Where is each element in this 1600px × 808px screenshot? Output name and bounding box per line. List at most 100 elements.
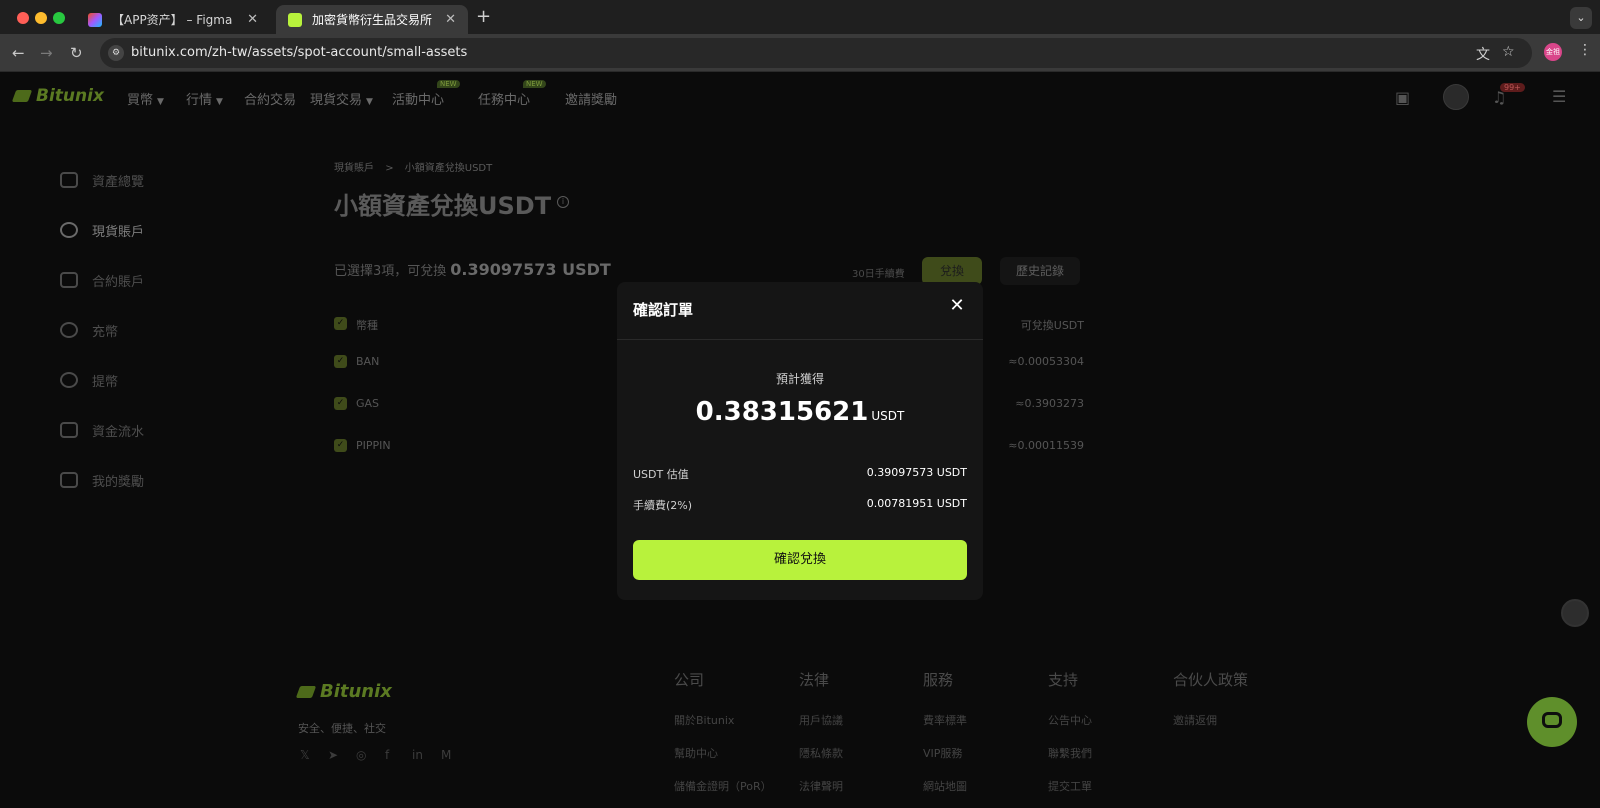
address-bar[interactable]: ⚙ bitunix.com/zh-tw/assets/spot-account/… — [100, 38, 1532, 68]
sidebar-item-deposit[interactable]: 充幣 — [60, 318, 118, 342]
estimated-label: 預計獲得 — [775, 372, 824, 386]
history-button[interactable]: 歷史記錄 — [1000, 257, 1080, 285]
tab-search-button[interactable]: ⌄ — [1570, 7, 1592, 29]
wallet-icon — [60, 172, 78, 188]
nav-task-center[interactable]: 任務中心 — [478, 89, 530, 108]
close-tab-icon[interactable]: ✕ — [247, 12, 258, 27]
sidebar-item-label: 合約賬戶 — [92, 274, 145, 290]
breadcrumb-parent[interactable]: 現貨賬戶 — [334, 163, 374, 174]
wallet-icon[interactable]: ▣ — [1395, 88, 1410, 107]
reload-icon[interactable]: ↻ — [70, 43, 83, 63]
assistant-avatar[interactable] — [1561, 599, 1589, 627]
row-checkbox[interactable]: ✓ — [334, 355, 347, 368]
footer-link[interactable]: 隱私條款 — [799, 745, 843, 761]
nav-activity-center[interactable]: 活動中心 — [392, 89, 444, 108]
telegram-icon[interactable]: ➤ — [328, 748, 338, 762]
footer-link[interactable]: 提交工單 — [1048, 778, 1092, 794]
tab-title: 【APP资产】 – Figma — [112, 13, 233, 27]
linkedin-icon[interactable]: in — [412, 748, 423, 762]
footer-link[interactable]: 邀請返佣 — [1173, 712, 1217, 728]
nav-label: 現貨交易 — [310, 93, 363, 108]
summary-amount: 0.39097573 USDT — [450, 260, 611, 279]
footer-logo[interactable]: Bitunix — [295, 681, 392, 702]
row-checkbox[interactable]: ✓ — [334, 397, 347, 410]
footer-link[interactable]: 用戶協議 — [799, 712, 843, 728]
bitunix-logo[interactable]: Bitunix — [11, 86, 104, 106]
nav-spot[interactable]: 現貨交易 ▼ — [310, 89, 373, 108]
sidebar-item-spot-account[interactable]: 現貨賬戶 — [60, 218, 144, 242]
nav-referral[interactable]: 邀請獎勵 — [565, 89, 617, 108]
footer-link[interactable]: VIP服務 — [923, 745, 962, 761]
sidebar-item-assets-overview[interactable]: 資產總覽 — [60, 168, 144, 192]
instagram-icon[interactable]: ◎ — [356, 748, 366, 762]
medium-icon[interactable]: M — [441, 748, 451, 762]
bitunix-favicon-icon — [288, 12, 302, 27]
forward-arrow-icon[interactable]: → — [40, 43, 53, 63]
sidebar-item-label: 現貨賬戶 — [92, 224, 145, 240]
maximize-window-button[interactable] — [53, 12, 65, 24]
info-icon[interactable]: i — [557, 196, 569, 208]
logo-text: Bitunix — [36, 86, 104, 106]
column-header-value: 可兌換USDT — [1020, 319, 1084, 332]
coin-name: PIPPIN — [356, 439, 391, 452]
sidebar-item-fund-history[interactable]: 資金流水 — [60, 418, 144, 442]
browser-menu-icon[interactable]: ⋮ — [1578, 42, 1592, 58]
sidebar-item-label: 資產總覽 — [92, 174, 145, 190]
sidebar-item-label: 資金流水 — [92, 424, 145, 440]
summary-prefix: 已選擇3項，可兌換 — [334, 264, 447, 279]
user-avatar[interactable] — [1443, 84, 1469, 110]
nav-label: 任務中心 — [478, 93, 531, 108]
sidebar-item-futures-account[interactable]: 合約賬戶 — [60, 268, 144, 292]
close-icon[interactable]: ✕ — [947, 296, 967, 316]
coin-value: ≈0.3903273 — [1015, 397, 1084, 410]
minimize-window-button[interactable] — [35, 12, 47, 24]
url-text: bitunix.com/zh-tw/assets/spot-account/sm… — [131, 45, 468, 60]
coin-value: ≈0.00053304 — [1008, 355, 1084, 368]
close-window-button[interactable] — [17, 12, 29, 24]
estimated-amount-value: 0.38315621 — [695, 397, 869, 427]
footer-link[interactable]: 儲備金證明（PoR） — [674, 778, 772, 794]
close-tab-icon[interactable]: ✕ — [445, 12, 456, 27]
row-checkbox[interactable]: ✓ — [334, 439, 347, 452]
coin-name: GAS — [356, 397, 380, 410]
footer-link[interactable]: 聯繫我們 — [1048, 745, 1092, 761]
browser-tab-bitunix[interactable]: 加密貨幣衍生品交易所 | 購買, ✕ — [276, 5, 468, 34]
select-all-checkbox[interactable]: ✓ — [334, 317, 347, 330]
profile-avatar[interactable]: 金祖 — [1544, 43, 1562, 61]
nav-markets[interactable]: 行情 ▼ — [186, 89, 223, 108]
nav-buy-crypto[interactable]: 買幣 ▼ — [127, 89, 164, 108]
document-icon — [60, 272, 78, 288]
new-tab-button[interactable]: + — [476, 6, 491, 27]
sidebar-item-withdraw[interactable]: 提幣 — [60, 368, 118, 392]
translate-icon[interactable]: 文 — [1476, 44, 1490, 64]
footer-link[interactable]: 關於Bitunix — [674, 712, 734, 728]
footer-link[interactable]: 費率標準 — [923, 712, 967, 728]
footer-link[interactable]: 公告中心 — [1048, 712, 1092, 728]
site-settings-icon[interactable]: ⚙ — [108, 45, 124, 61]
footer-heading-company: 公司 — [674, 671, 705, 689]
footer-link[interactable]: 網站地圖 — [923, 778, 967, 794]
chat-bubble-icon — [1542, 712, 1562, 728]
facebook-icon[interactable]: f — [385, 748, 389, 762]
browser-tab-figma[interactable]: 【APP资产】 – Figma ✕ — [76, 5, 270, 34]
sidebar-item-my-rewards[interactable]: 我的獎勵 — [60, 468, 144, 492]
sidebar-item-label: 充幣 — [92, 324, 119, 340]
confirm-exchange-button[interactable]: 確認兌換 — [633, 540, 967, 580]
bitunix-logo-icon — [295, 685, 317, 698]
live-chat-button[interactable] — [1527, 697, 1577, 747]
new-badge: NEW — [437, 80, 460, 88]
estimated-amount-unit: USDT — [871, 409, 905, 423]
footer-link[interactable]: 幫助中心 — [674, 745, 718, 761]
fee-rate-link[interactable]: 30日手續費 — [852, 265, 905, 280]
x-icon[interactable]: 𝕏 — [300, 748, 310, 762]
page-title: 小額資產兌換USDT — [334, 192, 552, 220]
breadcrumb: 現貨賬戶 > 小額資產兌換USDT — [334, 159, 492, 174]
browser-toolbar: ← → ↻ ⚙ bitunix.com/zh-tw/assets/spot-ac… — [0, 34, 1600, 72]
hamburger-menu-icon[interactable]: ☰ — [1552, 87, 1566, 106]
nav-futures[interactable]: 合約交易 — [244, 89, 296, 108]
back-arrow-icon[interactable]: ← — [12, 43, 25, 63]
bookmark-star-icon[interactable]: ☆ — [1502, 44, 1515, 60]
coin-value: ≈0.00011539 — [1008, 439, 1084, 452]
footer-link[interactable]: 法律聲明 — [799, 778, 843, 794]
exchange-button[interactable]: 兌換 — [922, 257, 982, 285]
